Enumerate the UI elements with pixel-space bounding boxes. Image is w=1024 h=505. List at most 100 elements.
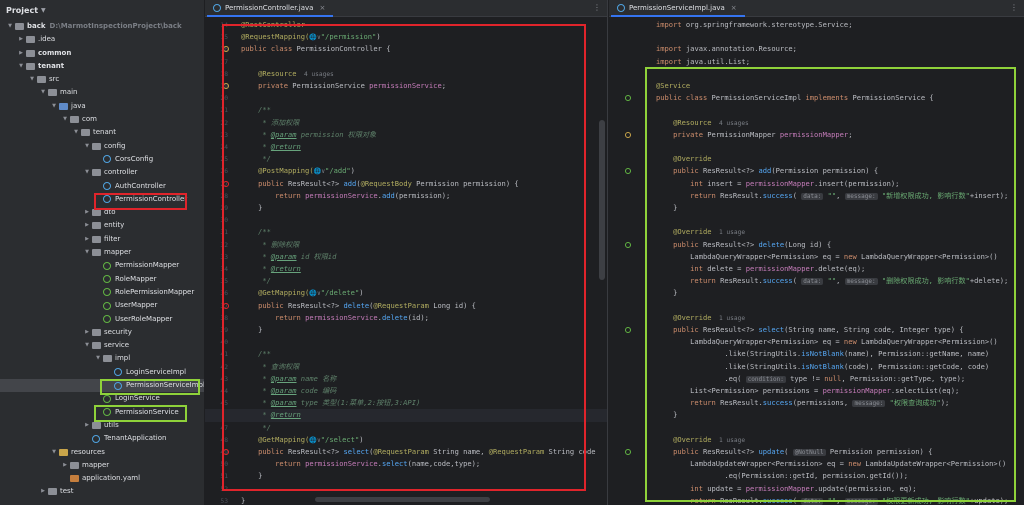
tree-item-tenant[interactable]: ▼ tenant xyxy=(0,60,204,73)
chevron-right-icon[interactable]: ▶ xyxy=(83,233,91,246)
bean-icon[interactable] xyxy=(223,46,229,53)
chevron-right-icon[interactable]: ▶ xyxy=(83,206,91,219)
tree-item-permissionservice[interactable]: PermissionService xyxy=(0,406,204,419)
java-interface-icon xyxy=(103,394,111,403)
endpoint-icon[interactable] xyxy=(223,302,229,309)
tree-item-mapper[interactable]: ▼ mapper xyxy=(0,246,204,259)
horizontal-scrollbar[interactable] xyxy=(315,497,490,502)
chevron-down-icon[interactable]: ▼ xyxy=(50,446,58,459)
chevron-down-icon[interactable]: ▼ xyxy=(61,113,69,126)
code-line: return permissionService.select(name,cod… xyxy=(241,458,480,470)
tree-item-loginserviceimpl[interactable]: LoginServiceImpl xyxy=(0,366,204,379)
tree-item-userrolemapper[interactable]: UserRoleMapper xyxy=(0,313,204,326)
tree-item-dto[interactable]: ▶ dto xyxy=(0,206,204,219)
tree-item-mapper[interactable]: ▶ mapper xyxy=(0,459,204,472)
bean-icon[interactable] xyxy=(223,83,229,89)
tree-item-rolemapper[interactable]: RoleMapper xyxy=(0,273,204,286)
chevron-right-icon[interactable]: ▶ xyxy=(39,485,47,498)
tab-permission-service-impl[interactable]: PermissionServiceImpl.java × xyxy=(611,0,745,17)
tree-item-usermapper[interactable]: UserMapper xyxy=(0,299,204,312)
tree-item-permissionserviceimpl[interactable]: PermissionServiceImpl xyxy=(0,379,204,393)
tree-item-main[interactable]: ▼ main xyxy=(0,86,204,99)
override-icon[interactable] xyxy=(625,241,631,248)
chevron-down-icon[interactable]: ▼ xyxy=(50,100,58,113)
tree-item-corsconfig[interactable]: CorsConfig xyxy=(0,153,204,166)
tree-item-rolepermissionmapper[interactable]: RolePermissionMapper xyxy=(0,286,204,299)
chevron-down-icon[interactable]: ▼ xyxy=(28,73,36,86)
editor-permission-controller[interactable]: PermissionController.java × ⋮ 14 15 16 17 18… xyxy=(205,0,608,505)
code-token: public xyxy=(241,447,288,456)
chevron-down-icon[interactable]: ▼ xyxy=(39,86,47,99)
tree-item-tenant[interactable]: ▼ tenant xyxy=(0,126,204,139)
bean-icon[interactable] xyxy=(625,131,631,138)
override-icon[interactable] xyxy=(625,327,631,333)
more-icon[interactable]: ⋮ xyxy=(593,3,601,12)
chevron-down-icon[interactable]: ▼ xyxy=(41,7,46,14)
tree-item-test[interactable]: ▶ test xyxy=(0,485,204,498)
chevron-down-icon[interactable]: ▼ xyxy=(83,166,91,179)
more-icon[interactable]: ⋮ xyxy=(1010,3,1018,12)
implements-icon[interactable] xyxy=(625,95,631,102)
code-token: public xyxy=(241,300,288,310)
tree-item-utils[interactable]: ▶ utils xyxy=(0,419,204,432)
code-token: "/delete" xyxy=(320,288,360,298)
close-icon[interactable]: × xyxy=(319,4,325,12)
chevron-down-icon[interactable]: ▼ xyxy=(83,339,91,352)
tab-permission-controller[interactable]: PermissionController.java × xyxy=(207,0,334,17)
tree-item-impl[interactable]: ▼ impl xyxy=(0,352,204,365)
line-number: 50 xyxy=(220,461,228,469)
folder-icon xyxy=(92,209,101,217)
tree-item-common[interactable]: ▶ common xyxy=(0,47,204,60)
chevron-down-icon[interactable]: ▼ xyxy=(83,246,91,259)
tree-item-application-yaml[interactable]: application.yaml xyxy=(0,472,204,485)
tree-item-src[interactable]: ▼ src xyxy=(0,73,204,86)
code-token: */ xyxy=(241,422,271,432)
code-line: } xyxy=(241,495,245,505)
tree-item-service[interactable]: ▼ service xyxy=(0,339,204,352)
code-line: @PostMapping(🌐∨"/add") xyxy=(241,165,355,177)
project-panel-header[interactable]: Project ▼ xyxy=(0,0,204,17)
vertical-scrollbar[interactable] xyxy=(599,120,605,280)
inlay-hint: @NotNull xyxy=(792,449,826,456)
chevron-down-icon[interactable]: ▼ xyxy=(6,20,14,33)
tree-item-filter[interactable]: ▶ filter xyxy=(0,233,204,246)
chevron-right-icon[interactable]: ▶ xyxy=(83,219,91,232)
chevron-right-icon[interactable]: ▶ xyxy=(83,326,91,339)
override-icon[interactable] xyxy=(625,449,631,455)
code-token: add xyxy=(381,190,395,200)
endpoint-icon[interactable] xyxy=(223,180,229,187)
tree-item-permissionmapper[interactable]: PermissionMapper xyxy=(0,259,204,272)
tree-item-back[interactable]: ▼ back D:\MarmotInspectionProject\back xyxy=(0,20,204,33)
tree-item-resources[interactable]: ▼ resources xyxy=(0,446,204,459)
editor-permission-service-impl[interactable]: PermissionServiceImpl.java × ⋮ import or… xyxy=(609,0,1024,505)
chevron-right-icon[interactable]: ▶ xyxy=(17,47,25,60)
chevron-down-icon[interactable]: ▼ xyxy=(94,352,102,365)
code-line: @Override 1 usage xyxy=(656,226,745,238)
tree-item-controller[interactable]: ▼ controller xyxy=(0,166,204,179)
code-token: * xyxy=(241,373,271,383)
code-line: int delete = permissionMapper.delete(eq)… xyxy=(656,263,865,275)
tree-item-entity[interactable]: ▶ entity xyxy=(0,219,204,232)
chevron-right-icon[interactable]: ▶ xyxy=(61,459,69,472)
code-token: , Permission::getType, type); xyxy=(841,373,966,383)
override-icon[interactable] xyxy=(625,168,631,175)
tree-item-com[interactable]: ▼ com xyxy=(0,113,204,126)
tree-item-loginservice[interactable]: LoginService xyxy=(0,392,204,405)
chevron-right-icon[interactable]: ▶ xyxy=(17,33,25,46)
tree-item--idea[interactable]: ▶ .idea xyxy=(0,33,204,46)
close-icon[interactable]: × xyxy=(731,4,737,12)
tree-item-java[interactable]: ▼ java xyxy=(0,100,204,113)
tree-item-security[interactable]: ▶ security xyxy=(0,326,204,339)
tree-item-config[interactable]: ▼ config xyxy=(0,140,204,153)
tree-item-authcontroller[interactable]: AuthController xyxy=(0,180,204,193)
inlay-hint: message: xyxy=(844,497,878,505)
chevron-right-icon[interactable]: ▶ xyxy=(83,419,91,432)
endpoint-icon[interactable] xyxy=(223,449,229,455)
code-token: isNotBlank xyxy=(801,361,844,371)
chevron-down-icon[interactable]: ▼ xyxy=(83,140,91,153)
chevron-down-icon[interactable]: ▼ xyxy=(17,60,25,73)
chevron-down-icon[interactable]: ▼ xyxy=(72,126,80,139)
tree-item-permissioncontroller[interactable]: PermissionController xyxy=(0,193,204,206)
tree-item-tenantapplication[interactable]: TenantApplication xyxy=(0,432,204,445)
code-token: return xyxy=(241,190,306,200)
